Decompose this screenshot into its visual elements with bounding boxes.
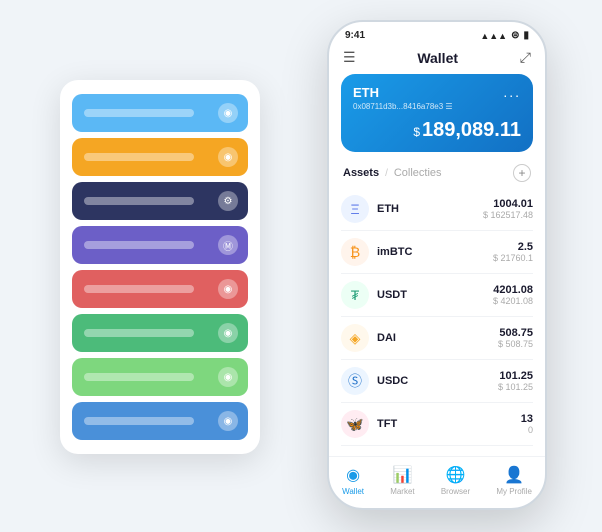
imbtc-amount-usd: $ 21760.1 <box>493 253 533 263</box>
status-icons: ▲▲▲ ⊜ ▮ <box>480 30 529 41</box>
wallet-nav-label: Wallet <box>342 487 364 496</box>
stack-card-4[interactable]: Ⓜ <box>72 226 248 264</box>
eth-card-menu[interactable]: ... <box>503 84 521 100</box>
usdt-amount-usd: $ 4201.08 <box>493 296 533 306</box>
eth-amounts: 1004.01 $ 162517.48 <box>483 198 533 220</box>
usdc-amounts: 101.25 $ 101.25 <box>498 370 533 392</box>
stack-card-3[interactable]: ⚙ <box>72 182 248 220</box>
eth-card-top: ETH ... <box>353 84 521 100</box>
nav-wallet[interactable]: ◉ Wallet <box>342 465 364 496</box>
imbtc-icon: ₿ <box>341 238 369 266</box>
usdc-icon: Ⓢ <box>341 367 369 395</box>
stack-card-2[interactable]: ◉ <box>72 138 248 176</box>
phone-mockup: 9:41 ▲▲▲ ⊜ ▮ ☰ Wallet ⤢ ETH ... 0x08711d… <box>327 20 547 510</box>
imbtc-name: imBTC <box>377 246 493 258</box>
eth-balance-symbol: $ <box>413 125 420 139</box>
nav-browser[interactable]: 🌐 Browser <box>441 465 470 496</box>
usdt-amount-main: 4201.08 <box>493 284 533 296</box>
bottom-nav: ◉ Wallet 📊 Market 🌐 Browser 👤 My Profile <box>329 456 545 508</box>
stack-card-7[interactable]: ◉ <box>72 358 248 396</box>
asset-item-usdt[interactable]: ₮ USDT 4201.08 $ 4201.08 <box>341 274 533 317</box>
battery-icon: ▮ <box>523 30 529 41</box>
tft-amounts: 13 0 <box>521 413 533 435</box>
market-nav-label: Market <box>390 487 414 496</box>
stack-card-8[interactable]: ◉ <box>72 402 248 440</box>
signal-icon: ▲▲▲ <box>480 31 507 41</box>
tft-amount-usd: 0 <box>521 425 533 435</box>
stack-card-8-icon: ◉ <box>218 411 238 431</box>
page-title: Wallet <box>417 50 458 66</box>
eth-balance-amount: 189,089.11 <box>422 119 521 141</box>
status-time: 9:41 <box>345 30 365 41</box>
card-stack: ◉ ◉ ⚙ Ⓜ ◉ ◉ ◉ ◉ <box>60 80 260 454</box>
eth-amount-main: 1004.01 <box>483 198 533 210</box>
stack-card-6-icon: ◉ <box>218 323 238 343</box>
add-asset-button[interactable]: + <box>513 164 531 182</box>
usdc-amount-usd: $ 101.25 <box>498 382 533 392</box>
eth-name: ETH <box>377 203 483 215</box>
browser-nav-label: Browser <box>441 487 470 496</box>
profile-nav-icon: 👤 <box>504 465 524 485</box>
imbtc-amount-main: 2.5 <box>493 241 533 253</box>
imbtc-amounts: 2.5 $ 21760.1 <box>493 241 533 263</box>
wallet-nav-icon: ◉ <box>346 465 360 485</box>
menu-icon[interactable]: ☰ <box>343 49 356 66</box>
status-bar: 9:41 ▲▲▲ ⊜ ▮ <box>329 22 545 45</box>
eth-balance: $189,089.11 <box>353 119 521 142</box>
stack-card-7-icon: ◉ <box>218 367 238 387</box>
stack-card-1[interactable]: ◉ <box>72 94 248 132</box>
stack-card-2-icon: ◉ <box>218 147 238 167</box>
tft-icon: 🦋 <box>341 410 369 438</box>
usdc-name: USDC <box>377 375 498 387</box>
profile-nav-label: My Profile <box>496 487 532 496</box>
nav-profile[interactable]: 👤 My Profile <box>496 465 532 496</box>
stack-card-6[interactable]: ◉ <box>72 314 248 352</box>
usdt-amounts: 4201.08 $ 4201.08 <box>493 284 533 306</box>
asset-item-dai[interactable]: ◈ DAI 508.75 $ 508.75 <box>341 317 533 360</box>
asset-item-eth[interactable]: Ξ ETH 1004.01 $ 162517.48 <box>341 188 533 231</box>
assets-tabs: Assets / Collecties <box>343 167 442 179</box>
asset-item-tft[interactable]: 🦋 TFT 13 0 <box>341 403 533 446</box>
assets-header: Assets / Collecties + <box>329 162 545 188</box>
asset-item-imbtc[interactable]: ₿ imBTC 2.5 $ 21760.1 <box>341 231 533 274</box>
dai-amounts: 508.75 $ 508.75 <box>498 327 533 349</box>
stack-card-1-icon: ◉ <box>218 103 238 123</box>
eth-address: 0x08711d3b...8416a78e3 ☰ <box>353 102 521 111</box>
dai-amount-main: 508.75 <box>498 327 533 339</box>
tft-amount-main: 13 <box>521 413 533 425</box>
nav-market[interactable]: 📊 Market <box>390 465 414 496</box>
wifi-icon: ⊜ <box>511 30 519 41</box>
asset-list: Ξ ETH 1004.01 $ 162517.48 ₿ imBTC 2.5 $ … <box>329 188 545 456</box>
usdc-amount-main: 101.25 <box>498 370 533 382</box>
stack-card-4-icon: Ⓜ <box>218 235 238 255</box>
stack-card-5-icon: ◉ <box>218 279 238 299</box>
dai-amount-usd: $ 508.75 <box>498 339 533 349</box>
tft-name: TFT <box>377 418 521 430</box>
usdt-name: USDT <box>377 289 493 301</box>
dai-name: DAI <box>377 332 498 344</box>
eth-amount-usd: $ 162517.48 <box>483 210 533 220</box>
stack-card-5[interactable]: ◉ <box>72 270 248 308</box>
dai-icon: ◈ <box>341 324 369 352</box>
browser-nav-icon: 🌐 <box>446 465 466 485</box>
usdt-icon: ₮ <box>341 281 369 309</box>
stack-card-3-icon: ⚙ <box>218 191 238 211</box>
eth-icon: Ξ <box>341 195 369 223</box>
phone-header: ☰ Wallet ⤢ <box>329 45 545 74</box>
market-nav-icon: 📊 <box>392 465 412 485</box>
expand-icon[interactable]: ⤢ <box>520 49 531 66</box>
eth-card[interactable]: ETH ... 0x08711d3b...8416a78e3 ☰ $189,08… <box>341 74 533 152</box>
tab-divider: / <box>385 168 388 179</box>
tab-collecties[interactable]: Collecties <box>394 167 442 179</box>
asset-item-usdc[interactable]: Ⓢ USDC 101.25 $ 101.25 <box>341 360 533 403</box>
tab-assets[interactable]: Assets <box>343 167 379 179</box>
eth-card-label: ETH <box>353 85 379 100</box>
